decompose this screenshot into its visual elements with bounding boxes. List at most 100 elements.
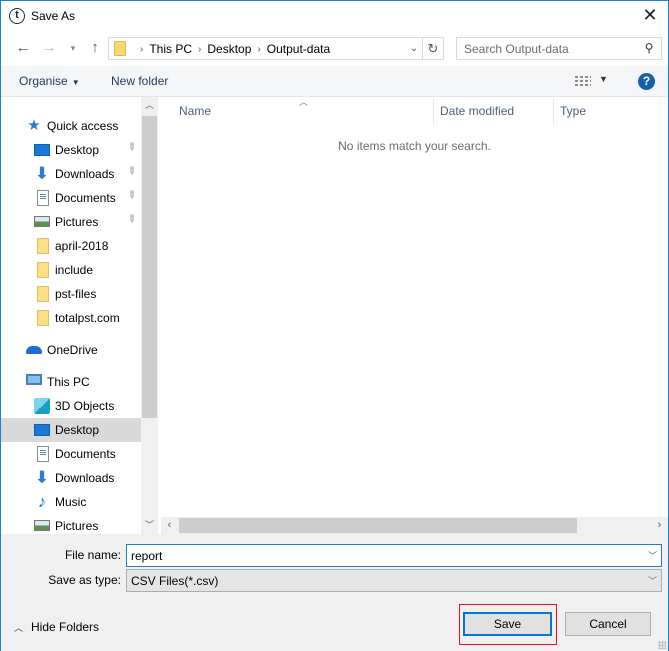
quick-access-star-icon: ★ <box>27 117 41 134</box>
chevron-down-icon: ⌄ <box>409 43 419 54</box>
sidebar-item-label: include <box>55 263 94 277</box>
forward-button[interactable]: → <box>39 38 59 58</box>
sidebar-item-label: OneDrive <box>47 343 98 357</box>
sidebar-item-label: Quick access <box>47 119 119 133</box>
pin-icon: ✎ <box>124 140 139 155</box>
sidebar-item-label: Downloads <box>55 167 115 181</box>
sidebar-item-label: Music <box>55 495 87 509</box>
search-input[interactable]: Search Output-data ⚲ <box>456 37 662 60</box>
file-list-horizontal-scrollbar[interactable]: ‹ › <box>161 517 668 534</box>
sidebar-item-downloads[interactable]: ⬇ Downloads <box>1 466 141 490</box>
breadcrumb-separator: › <box>140 43 144 55</box>
empty-message: No items match your search. <box>338 139 491 153</box>
organise-button[interactable]: Organise ▼ <box>19 74 80 88</box>
column-divider[interactable] <box>433 99 434 125</box>
folder-icon <box>37 262 49 278</box>
sidebar-item-label: april-2018 <box>55 239 109 253</box>
file-name-input[interactable]: report ﹀ <box>126 544 662 567</box>
scroll-up-icon[interactable]: ︿ <box>141 97 158 114</box>
details-view-icon[interactable] <box>575 74 591 88</box>
file-name-value[interactable]: report <box>131 549 162 563</box>
this-pc-icon <box>26 374 42 385</box>
column-header-name[interactable]: Name <box>179 104 211 118</box>
breadcrumb-separator[interactable]: › <box>257 44 260 55</box>
search-icon[interactable]: ⚲ <box>641 40 657 56</box>
save-button[interactable]: Save <box>463 612 552 636</box>
hide-folders-button[interactable]: ︿ Hide Folders <box>14 620 99 634</box>
sidebar-item-documents-pinned[interactable]: Documents ✎ <box>1 186 141 210</box>
help-button[interactable]: ? <box>638 73 655 90</box>
sidebar-item-label: Downloads <box>55 471 115 485</box>
save-form: File name: report ﹀ Save as type: CSV Fi… <box>1 534 668 651</box>
sidebar-item-label: This PC <box>47 375 90 389</box>
search-placeholder: Search Output-data <box>464 42 569 56</box>
chevron-up-icon: ︿ <box>14 623 24 633</box>
sidebar-item-quick-access[interactable]: ★ Quick access <box>1 114 141 138</box>
sidebar-item-3d-objects[interactable]: 3D Objects <box>1 394 141 418</box>
chevron-down-icon: ﹀ <box>647 576 657 586</box>
sidebar-item-april-2018[interactable]: april-2018 <box>1 234 141 258</box>
save-as-type-select[interactable]: CSV Files(*.csv) ﹀ <box>126 569 662 592</box>
3d-objects-icon <box>34 398 50 414</box>
scrollbar-thumb[interactable] <box>179 518 577 533</box>
sidebar-item-onedrive[interactable]: OneDrive <box>1 338 141 362</box>
sidebar-item-label: Pictures <box>55 519 99 533</box>
onedrive-cloud-icon <box>26 346 42 354</box>
documents-icon <box>37 446 49 462</box>
up-button[interactable]: ↑ <box>85 38 105 58</box>
sidebar-item-pst-files[interactable]: pst-files <box>1 282 141 306</box>
folder-icon <box>37 238 49 254</box>
sidebar-item-desktop-pinned[interactable]: Desktop ✎ <box>1 138 141 162</box>
window-title: Save As <box>31 9 76 23</box>
close-button[interactable]: ✕ <box>638 4 662 28</box>
scroll-down-icon[interactable]: ﹀ <box>141 517 158 534</box>
back-button[interactable]: ← <box>13 38 33 58</box>
organise-label: Organise <box>19 74 68 88</box>
sidebar-item-include[interactable]: include <box>1 258 141 282</box>
dropdown-arrow-icon: ▼ <box>71 78 80 87</box>
sidebar-item-this-pc[interactable]: This PC <box>1 370 141 394</box>
breadcrumb-separator[interactable]: › <box>198 44 201 55</box>
sidebar-item-documents[interactable]: Documents <box>1 442 141 466</box>
column-header-date-modified[interactable]: Date modified <box>440 104 514 118</box>
sidebar-item-downloads-pinned[interactable]: ⬇ Downloads ✎ <box>1 162 141 186</box>
sidebar-item-label: pst-files <box>55 287 97 301</box>
address-dropdown-button[interactable]: ⌄ <box>407 40 421 58</box>
sidebar-item-label: Documents <box>55 447 116 461</box>
recent-locations-button[interactable]: ▾ <box>63 38 83 58</box>
sidebar-item-label: totalpst.com <box>55 311 120 325</box>
title-bar: t Save As ✕ <box>1 1 668 32</box>
pictures-icon <box>34 520 50 531</box>
hide-folders-label: Hide Folders <box>31 620 100 634</box>
new-folder-button[interactable]: New folder <box>111 74 168 88</box>
breadcrumb-output-data[interactable]: Output-data <box>267 42 330 56</box>
scroll-left-icon[interactable]: ‹ <box>161 517 178 534</box>
cancel-button[interactable]: Cancel <box>565 612 651 636</box>
desktop-icon <box>34 424 50 436</box>
sidebar-item-totalpst-com[interactable]: totalpst.com <box>1 306 141 330</box>
column-header-type[interactable]: Type <box>560 104 586 118</box>
sidebar-item-desktop[interactable]: Desktop <box>1 418 141 442</box>
refresh-icon: ↻ <box>427 41 439 56</box>
refresh-button[interactable]: ↻ <box>422 38 443 59</box>
close-icon: ✕ <box>642 5 658 25</box>
chevron-down-icon[interactable]: ﹀ <box>648 549 657 562</box>
sidebar-item-music[interactable]: ♪ Music <box>1 490 141 514</box>
address-bar[interactable]: › This PC › Desktop › Output-data ⌄ ↻ <box>108 37 444 60</box>
downloads-icon: ⬇ <box>34 468 50 487</box>
save-as-dialog: t Save As ✕ ← → ▾ ↑ › This PC › Desktop … <box>0 0 669 651</box>
scrollbar-thumb[interactable] <box>142 116 157 418</box>
sidebar-item-pictures-pinned[interactable]: Pictures ✎ <box>1 210 141 234</box>
sidebar-item-label: Desktop <box>55 423 100 437</box>
sidebar-item-label: Desktop <box>55 143 100 157</box>
breadcrumb-desktop[interactable]: Desktop <box>207 42 251 56</box>
breadcrumb-this-pc[interactable]: This PC <box>149 42 192 56</box>
folder-icon <box>37 286 49 302</box>
scroll-right-icon[interactable]: › <box>651 517 668 534</box>
sidebar-item-label: Documents <box>55 191 116 205</box>
resize-grip[interactable] <box>658 641 666 649</box>
column-divider[interactable] <box>553 99 554 125</box>
sidebar-item-pictures[interactable]: Pictures <box>1 514 141 534</box>
view-options-dropdown[interactable]: ▼ <box>599 74 608 84</box>
navigation-pane-scrollbar[interactable]: ︿ ﹀ <box>141 97 158 534</box>
